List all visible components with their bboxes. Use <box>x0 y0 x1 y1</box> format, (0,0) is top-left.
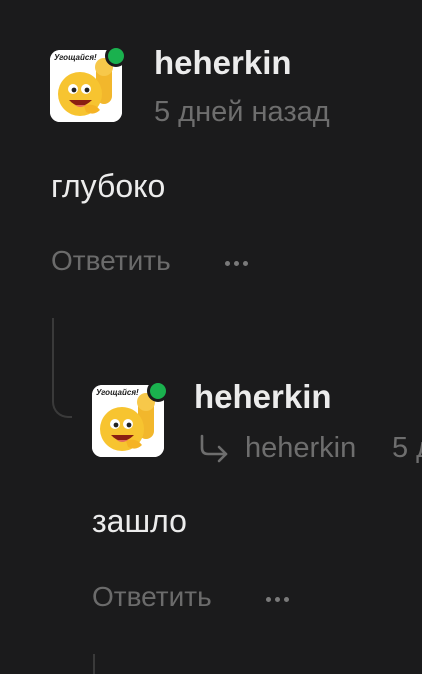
reply-button[interactable]: Ответить <box>51 245 171 277</box>
username[interactable]: heherkin <box>154 44 292 82</box>
thread-line <box>93 654 95 674</box>
more-options-icon[interactable] <box>225 253 255 273</box>
timestamp: 5 дней назад <box>154 96 330 128</box>
avatar[interactable]: Угощайся! <box>92 380 169 457</box>
username[interactable]: heherkin <box>194 378 332 416</box>
reply-button[interactable]: Ответить <box>92 581 212 613</box>
more-options-icon[interactable] <box>266 589 296 609</box>
avatar-caption: Угощайся! <box>54 53 97 62</box>
thread-line <box>52 318 72 418</box>
reply-arrow-icon <box>200 434 228 463</box>
avatar-caption: Угощайся! <box>96 388 139 397</box>
online-status-indicator <box>105 45 127 67</box>
reply-to-username[interactable]: heherkin <box>245 432 356 465</box>
timestamp: 5 д <box>392 432 422 464</box>
comment-text: зашло <box>92 503 187 539</box>
avatar[interactable]: Угощайся! <box>50 45 127 122</box>
comment-text: глубоко <box>51 168 166 204</box>
online-status-indicator <box>147 380 169 402</box>
